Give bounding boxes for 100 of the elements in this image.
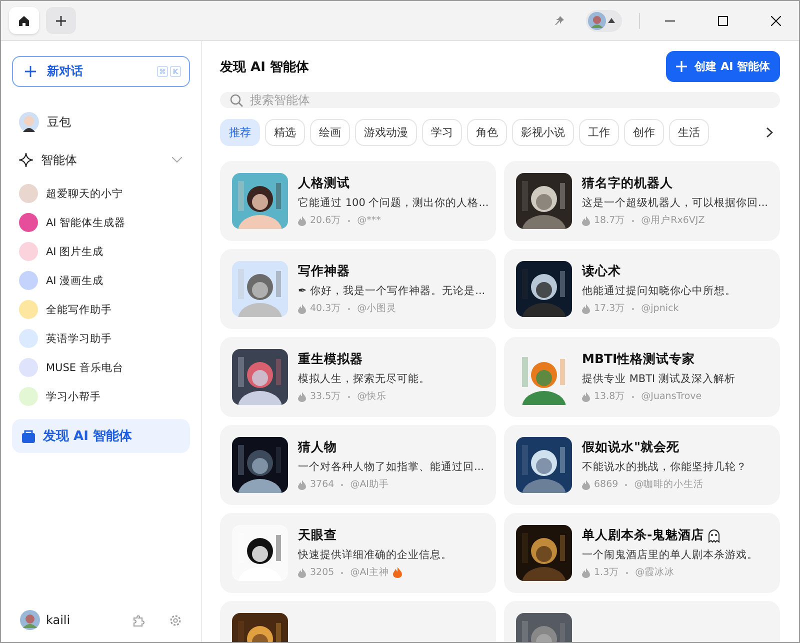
card-title: 猜名字的机器人 [582,175,673,192]
usage-count: 6869 [594,479,618,490]
fire-icon [582,392,590,402]
card-title: 天眼查 [298,527,337,544]
discover-agents-item[interactable]: 发现 AI 智能体 [12,419,190,453]
category-tab[interactable]: 推荐 [220,118,260,146]
fire-icon [582,480,590,490]
separator-dot [341,484,344,486]
user-name: kaili [46,613,70,627]
separator-dot [632,220,634,222]
card-title: 猜人物 [298,439,337,456]
card-title: 人格测试 [298,175,350,192]
card-description: 一个对各种人物了如指掌、能通过回... [298,460,484,474]
avatar-icon [19,112,39,132]
separator-dot [341,572,344,574]
agent-card[interactable]: 重生模拟器 模拟人生，探索无尽可能。 33.5万 @快乐 [220,337,496,417]
agent-item[interactable]: AI 漫画生成 [12,266,190,295]
card-description: 不能说水的挑战，你能坚持几轮？ [582,460,747,474]
card-author: @咖啡的小生活 [634,478,704,491]
agent-card[interactable]: 猜人物 一个对各种人物了如指掌、能通过回... 3764 @AI助手 [220,425,496,505]
home-tab[interactable] [9,7,39,34]
agent-item[interactable]: 学习小帮手 [12,382,190,411]
card-description: 快速提供详细准确的企业信息。 [298,548,452,562]
fire-icon [582,216,590,226]
puzzle-icon[interactable] [132,614,145,626]
card-author: @霞冰冰 [635,566,675,579]
agent-card[interactable]: 人格测试 它能通过 100 个问题，测出你的人格... 20.6万 @*** [220,161,496,241]
usage-count: 20.6万 [310,214,342,227]
usage-count: 3764 [310,479,334,490]
page-title: 发现 AI 智能体 [220,58,309,76]
agent-card[interactable]: 猜名字的机器人 这是一个超级机器人，可以根据你回... 18.7万 @用户Rx6VJZ [504,161,780,241]
card-description: 他能通过提问知晓你心中所想。 [582,284,736,298]
plus-icon [55,14,67,26]
card-description: 模拟人生，探索无尽可能。 [298,372,430,386]
agent-card[interactable]: 假如说水"就会死 不能说水的挑战，你能坚持几轮？ 6869 @咖啡的小生活 [504,425,780,505]
card-author: @快乐 [357,390,387,403]
card-author: @小图灵 [357,302,397,315]
plus-icon [676,61,687,72]
assistant-item[interactable]: 豆包 [12,103,190,141]
category-tab[interactable]: 绘画 [310,118,350,146]
agent-card[interactable]: MBTI性格测试专家 提供专业 MBTI 测试及深入解析 13.8万 @JuansTrove [504,337,780,417]
agent-item[interactable]: AI 图片生成 [12,237,190,266]
fire-icon [298,568,306,578]
separator-dot [348,396,350,398]
fire-icon [582,304,590,314]
card-description: 提供专业 MBTI 测试及深入解析 [582,372,736,386]
card-author: @AI主神 [350,566,389,579]
agents-section-header[interactable]: 智能体 [12,141,190,179]
card-title: MBTI性格测试专家 [582,351,696,368]
usage-count: 3205 [310,567,334,578]
card-author: @用户Rx6VJZ [641,214,705,227]
card-author: @*** [357,215,381,226]
user-avatar [20,610,40,630]
chevron-icon[interactable] [172,157,182,163]
pin-icon[interactable] [553,14,565,26]
fire-icon [298,304,306,314]
create-agent-button[interactable]: 创建 AI 智能体 [666,51,780,82]
home-icon [18,14,30,26]
card-description: ✒ 你好，我是一个写作神器。无论是... [298,284,484,298]
bag-icon [22,430,35,442]
account-menu-button[interactable] [586,10,622,32]
usage-count: 33.5万 [310,390,342,403]
agent-item[interactable]: 英语学习助手 [12,324,190,353]
agent-item[interactable]: 超爱聊天的小宁 [12,179,190,208]
fire-icon [298,216,306,226]
agent-card[interactable]: 天眼查 快速提供详细准确的企业信息。 3205 @AI主神 [220,513,496,593]
agent-card[interactable]: 读心术 他能通过提问知晓你心中所想。 17.3万 @jpnick [504,249,780,329]
card-title: 假如说水"就会死 [582,439,680,456]
fire-icon [582,568,590,578]
usage-count: 17.3万 [594,302,626,315]
caret-icon [608,18,615,23]
agent-item[interactable]: MUSE 音乐电台 [12,353,190,382]
chevron-right-icon [766,126,772,138]
agent-item[interactable]: 全能写作助手 [12,295,190,324]
separator-dot [625,484,628,486]
agent-card[interactable]: 写作神器 ✒ 你好，我是一个写作神器。无论是... 40.3万 @小图灵 [220,249,496,329]
card-title: 写作神器 [298,263,350,280]
agent-card[interactable]: 单人剧本杀-鬼魅酒店 一个闹鬼酒店里的单人剧本杀游戏。 1.3万 @霞冰冰 [504,513,780,593]
fire-icon [298,392,306,402]
category-tab[interactable]: 精选 [265,118,305,146]
card-description: 一个闹鬼酒店里的单人剧本杀游戏。 [582,548,758,562]
card-title: 单人剧本杀-鬼魅酒店 [582,527,704,544]
search-icon [230,94,243,106]
category-tab[interactable]: 游戏动漫 [355,118,417,146]
separator-dot [348,308,350,310]
category-tab[interactable]: 角色 [467,118,507,146]
close-icon [771,16,781,26]
new-tab-button[interactable] [46,7,76,34]
settings-icon[interactable] [169,614,182,626]
card-author: @jpnick [641,303,679,314]
category-tab[interactable]: 学习 [422,118,462,146]
category-tab[interactable]: 影视小说 [512,118,574,146]
maximize-icon [718,16,728,26]
card-author: @JuansTrove [641,391,702,402]
category-tab[interactable]: 生活 [669,118,709,146]
separator-dot [626,572,628,574]
sparkle-icon [19,153,33,167]
category-tab[interactable]: 工作 [579,118,619,146]
category-tab[interactable]: 创作 [624,118,664,146]
agent-item[interactable]: AI 智能体生成器 [12,208,190,237]
